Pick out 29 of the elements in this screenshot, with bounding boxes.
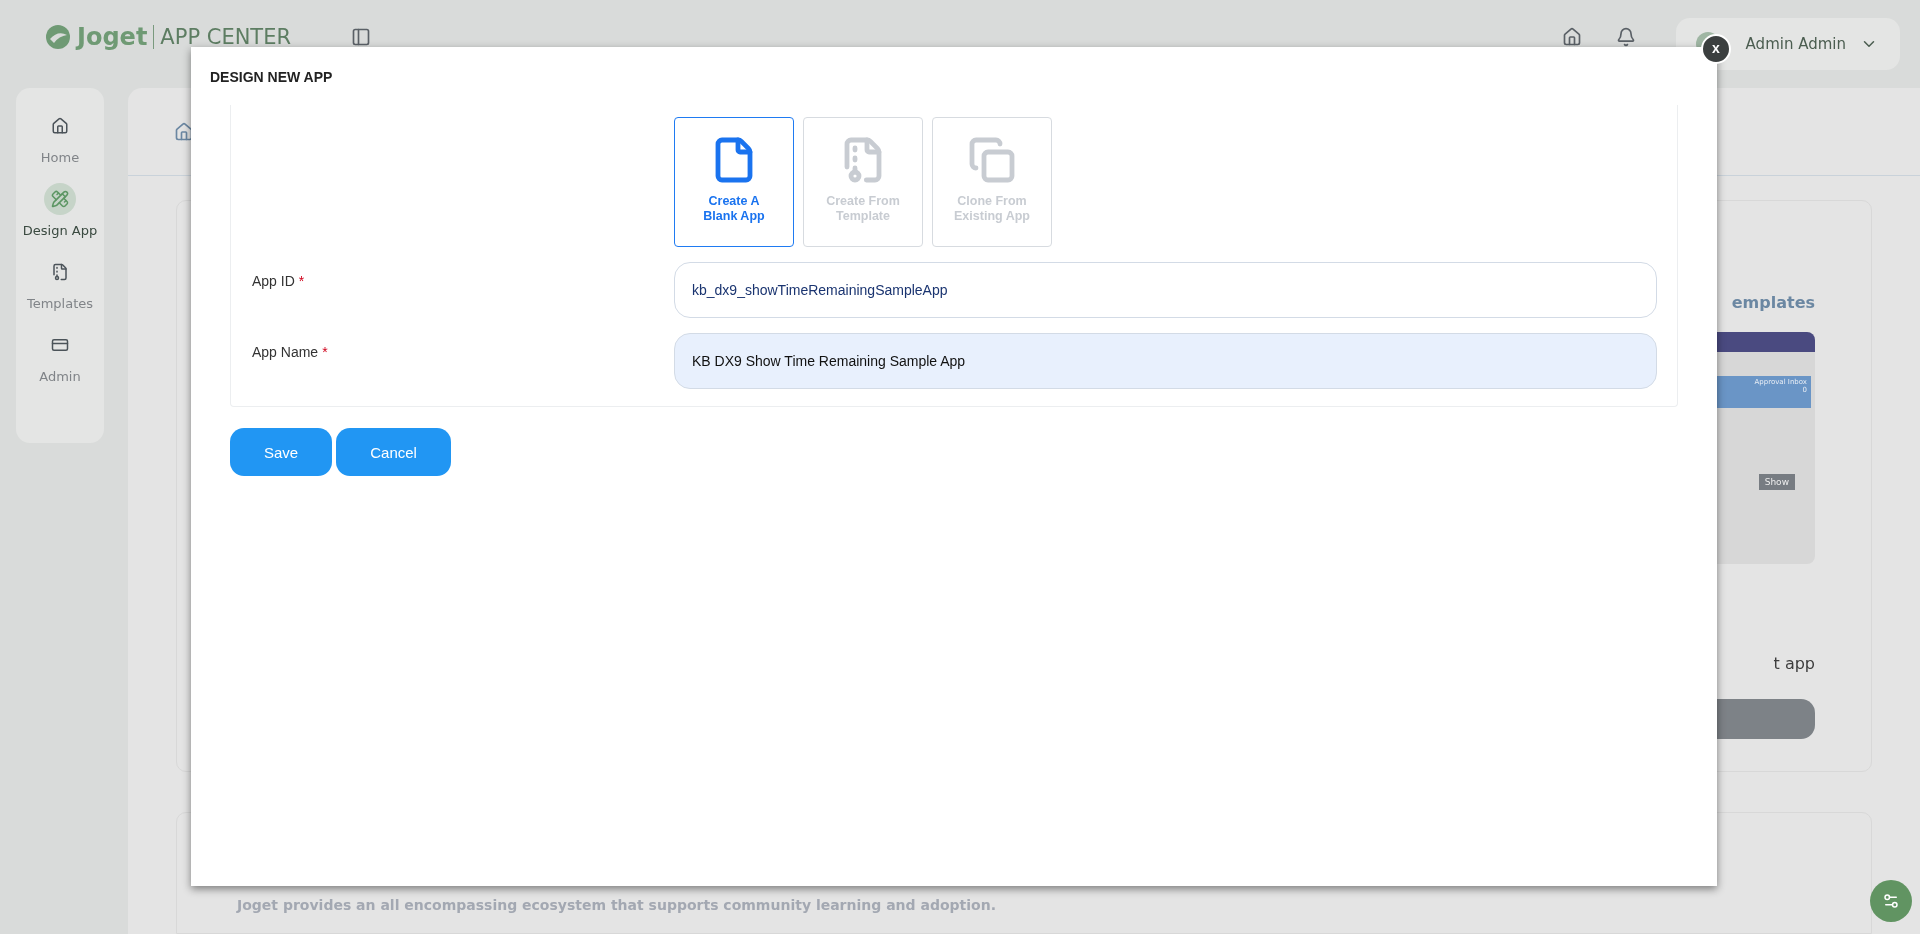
dialog-title: DESIGN NEW APP: [209, 68, 334, 87]
community-text: Joget provides an all encompassing ecosystem that supports community learning and adoption.: [237, 897, 997, 913]
required-mark: *: [298, 273, 305, 289]
text-field[interactable]: kb_dx9_showTimeRemainingSampleApp: [674, 262, 1657, 318]
field-label: App Name *: [251, 343, 329, 362]
sidebar-item[interactable]: Design App: [22, 183, 98, 238]
text-field[interactable]: KB DX9 Show Time Remaining Sample App: [674, 333, 1657, 389]
sidebar-item[interactable]: Home: [40, 110, 80, 165]
cancel-button[interactable]: Cancel: [336, 428, 451, 476]
field-label: App ID *: [251, 272, 306, 291]
notification-icon[interactable]: [1615, 27, 1636, 47]
app-option[interactable]: Create A Blank App: [674, 117, 794, 247]
pencil-ruler-icon: [51, 190, 69, 208]
required-mark: *: [322, 344, 328, 360]
home-icon[interactable]: [174, 121, 194, 142]
logo-text: Joget: [77, 23, 148, 51]
templates-link[interactable]: emplates: [1731, 293, 1815, 312]
user-name: Admin Admin: [1745, 35, 1846, 53]
home-icon[interactable]: [1561, 27, 1582, 47]
sidebar-toggle-icon[interactable]: [351, 27, 372, 47]
card-icon: [51, 336, 69, 354]
card-title: t app: [1773, 654, 1815, 673]
home-icon: [51, 117, 69, 135]
copy-icon: [968, 136, 1016, 184]
sidebar-item[interactable]: Templates: [26, 256, 94, 311]
zip-file-icon: [51, 263, 69, 281]
save-button[interactable]: Save: [230, 428, 333, 476]
logo-icon: [45, 24, 71, 50]
sidebar-item[interactable]: Admin: [39, 329, 81, 384]
